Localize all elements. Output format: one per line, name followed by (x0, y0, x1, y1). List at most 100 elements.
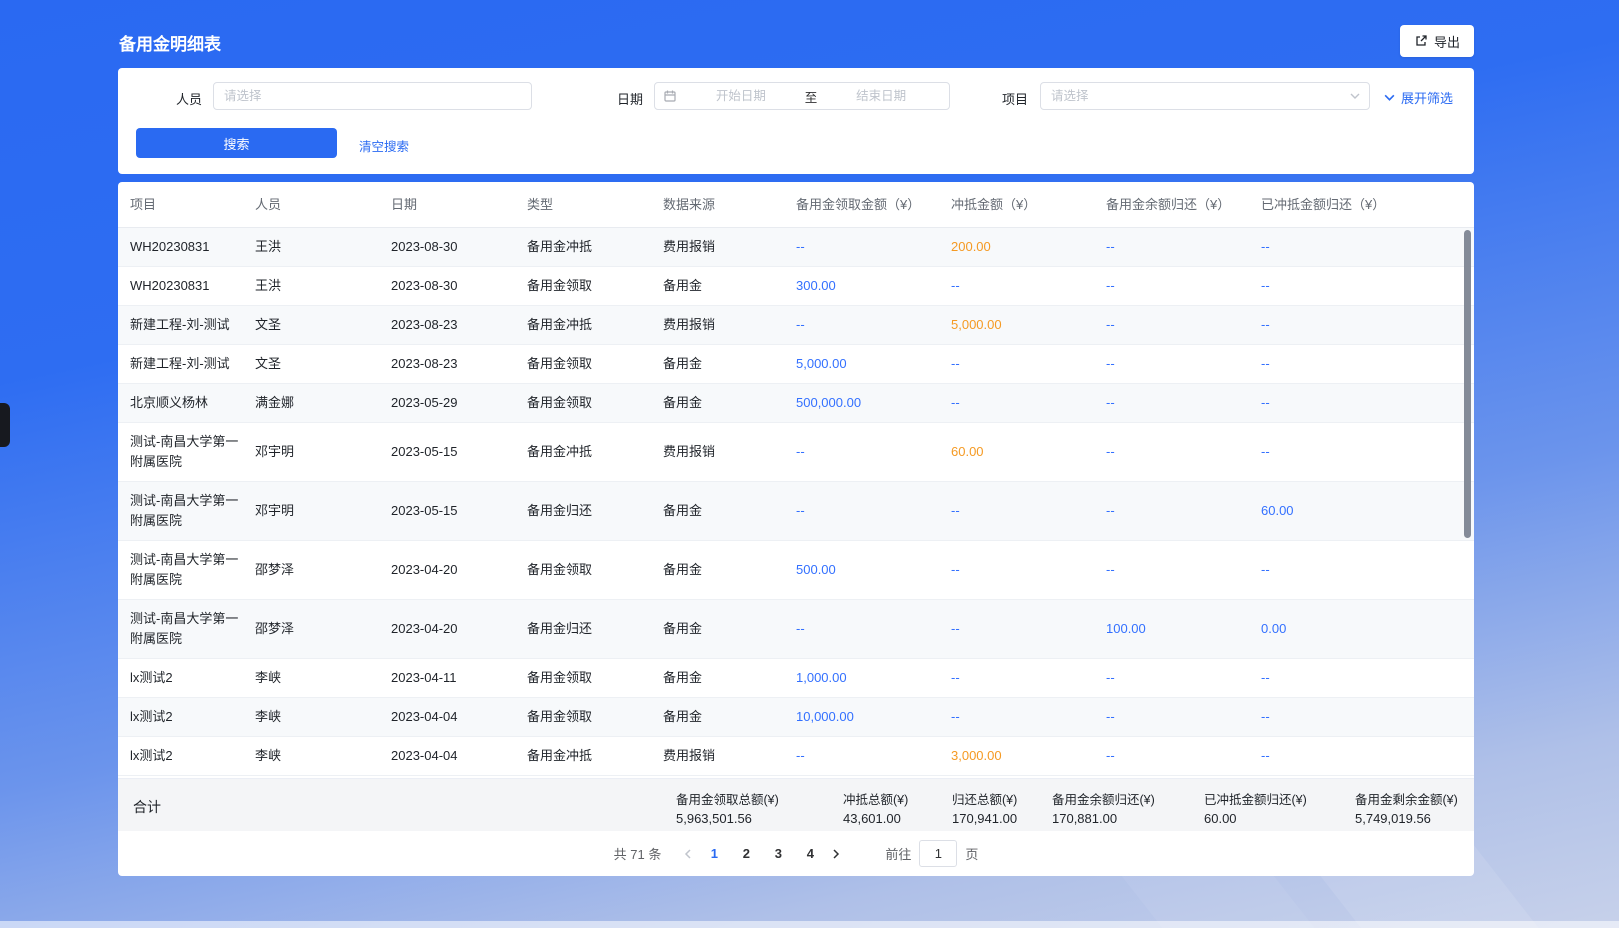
summary-item: 备用金剩余金额(¥)5,749,019.56 (1355, 789, 1458, 826)
summary-item-label: 备用金剩余金额(¥) (1355, 789, 1458, 808)
cell-project: WH20230831 (118, 228, 255, 266)
person-select-input[interactable] (213, 82, 532, 110)
cell-offset_return: -- (1261, 433, 1474, 471)
drawer-handle[interactable] (0, 403, 10, 447)
cell-project: 新建工程-刘-测试 (118, 306, 255, 344)
table-row[interactable]: 新建工程-刘-测试文圣2023-08-23备用金领取备用金5,000.00---… (118, 345, 1474, 384)
cell-type: 备用金领取 (527, 345, 663, 383)
cell-date: 2023-08-23 (391, 306, 527, 344)
prev-page-button[interactable] (675, 841, 701, 867)
search-button[interactable]: 搜索 (136, 128, 337, 158)
cell-date: 2023-08-30 (391, 228, 527, 266)
cell-withdraw: -- (796, 433, 951, 471)
cell-balance_return: -- (1106, 659, 1261, 697)
table-row[interactable]: lx测试2李峡2023-04-04备用金冲抵费用报销--3,000.00---- (118, 737, 1474, 776)
table-row[interactable]: WH20230831王洪2023-08-30备用金领取备用金300.00----… (118, 267, 1474, 306)
cell-type: 备用金冲抵 (527, 228, 663, 266)
next-page-button[interactable] (823, 841, 849, 867)
table-row[interactable]: 测试-南昌大学第一附属医院邵梦泽2023-04-20备用金领取备用金500.00… (118, 541, 1474, 600)
main-content: 备用金明细表 导出 人员 日期 至 项目 (118, 0, 1474, 876)
cell-offset: -- (951, 659, 1106, 697)
person-label: 人员 (176, 89, 202, 108)
cell-type: 备用金领取 (527, 384, 663, 422)
cell-person: 王洪 (255, 267, 391, 305)
clear-search-link[interactable]: 清空搜索 (359, 136, 409, 155)
date-range-picker[interactable]: 至 (654, 82, 950, 110)
summary-item: 冲抵总额(¥)43,601.00 (843, 789, 908, 826)
cell-offset: -- (951, 267, 1106, 305)
cell-offset_return: -- (1261, 267, 1474, 305)
table-row[interactable]: 北京顺义杨林满金娜2023-05-29备用金领取备用金500,000.00---… (118, 384, 1474, 423)
cell-balance_return: -- (1106, 737, 1261, 775)
cell-offset: -- (951, 384, 1106, 422)
cell-person: 邓宇明 (255, 492, 391, 530)
column-header: 冲抵金额（¥） (951, 195, 1106, 215)
table-row[interactable]: 测试-南昌大学第一附属医院邵梦泽2023-04-20备用金归还备用金----10… (118, 600, 1474, 659)
cell-type: 备用金冲抵 (527, 306, 663, 344)
cell-type: 备用金归还 (527, 492, 663, 530)
summary-item: 备用金余额归还(¥)170,881.00 (1052, 789, 1155, 826)
cell-person: 满金娜 (255, 384, 391, 422)
cell-source: 费用报销 (663, 228, 796, 266)
table-row[interactable]: lx测试2李峡2023-04-04备用金领取备用金10,000.00------ (118, 698, 1474, 737)
cell-source: 费用报销 (663, 737, 796, 775)
summary-item-label: 备用金余额归还(¥) (1052, 789, 1155, 808)
cell-source: 备用金 (663, 267, 796, 305)
table-row[interactable]: 测试-南昌大学第一附属医院邓宇明2023-05-15备用金冲抵费用报销--60.… (118, 423, 1474, 482)
column-header: 数据来源 (663, 195, 796, 215)
end-date-input[interactable] (821, 89, 941, 103)
project-label: 项目 (1002, 89, 1028, 108)
cell-withdraw: 1,000.00 (796, 659, 951, 697)
cell-project: lx测试2 (118, 659, 255, 697)
column-header: 日期 (391, 195, 527, 215)
top-bar: 备用金明细表 导出 (118, 0, 1474, 68)
cell-person: 李峡 (255, 659, 391, 697)
date-label: 日期 (617, 89, 643, 108)
cell-offset_return: -- (1261, 306, 1474, 344)
cell-offset: 60.00 (951, 433, 1106, 471)
vertical-scrollbar[interactable] (1464, 230, 1471, 538)
page-number-1[interactable]: 1 (701, 841, 727, 867)
table-row[interactable]: WH20230831王洪2023-08-30备用金冲抵费用报销--200.00-… (118, 228, 1474, 267)
table-row[interactable]: 新建工程-刘-测试文圣2023-08-23备用金冲抵费用报销--5,000.00… (118, 306, 1474, 345)
cell-balance_return: 100.00 (1106, 610, 1261, 648)
cell-date: 2023-04-04 (391, 698, 527, 736)
summary-item: 已冲抵金额归还(¥)60.00 (1204, 789, 1307, 826)
expand-filters-link[interactable]: 展开筛选 (1383, 88, 1453, 107)
cell-withdraw: 500.00 (796, 551, 951, 589)
cell-date: 2023-04-20 (391, 610, 527, 648)
project-select-input[interactable] (1051, 89, 1349, 103)
cell-type: 备用金冲抵 (527, 737, 663, 775)
start-date-input[interactable] (681, 89, 801, 103)
cell-source: 备用金 (663, 698, 796, 736)
cell-balance_return: -- (1106, 433, 1261, 471)
cell-withdraw: -- (796, 492, 951, 530)
summary-item-value: 43,601.00 (843, 811, 908, 826)
summary-item-value: 170,941.00 (952, 811, 1017, 826)
export-button[interactable]: 导出 (1400, 25, 1474, 57)
cell-project: lx测试2 (118, 698, 255, 736)
column-header: 人员 (255, 195, 391, 215)
cell-date: 2023-04-20 (391, 551, 527, 589)
cell-person: 王洪 (255, 228, 391, 266)
page-number-3[interactable]: 3 (765, 841, 791, 867)
page-number-2[interactable]: 2 (733, 841, 759, 867)
cell-withdraw: -- (796, 306, 951, 344)
goto-page-input[interactable] (919, 840, 957, 867)
cell-withdraw: -- (796, 610, 951, 648)
page-number-4[interactable]: 4 (797, 841, 823, 867)
table-row[interactable]: 测试-南昌大学第一附属医院邓宇明2023-05-15备用金归还备用金------… (118, 482, 1474, 541)
cell-offset_return: 60.00 (1261, 492, 1474, 530)
table-rows: WH20230831王洪2023-08-30备用金冲抵费用报销--200.00-… (118, 228, 1474, 776)
table-row[interactable]: lx测试2李峡2023-04-11备用金领取备用金1,000.00------ (118, 659, 1474, 698)
cell-project: 测试-南昌大学第一附属医院 (118, 541, 255, 599)
filter-panel: 人员 日期 至 项目 (118, 68, 1474, 174)
cell-person: 李峡 (255, 698, 391, 736)
project-select[interactable] (1040, 82, 1370, 110)
cell-source: 备用金 (663, 345, 796, 383)
cell-offset: 5,000.00 (951, 306, 1106, 344)
cell-balance_return: -- (1106, 345, 1261, 383)
cell-project: 测试-南昌大学第一附属医院 (118, 600, 255, 658)
cell-offset: 3,000.00 (951, 737, 1106, 775)
cell-project: 北京顺义杨林 (118, 384, 255, 422)
